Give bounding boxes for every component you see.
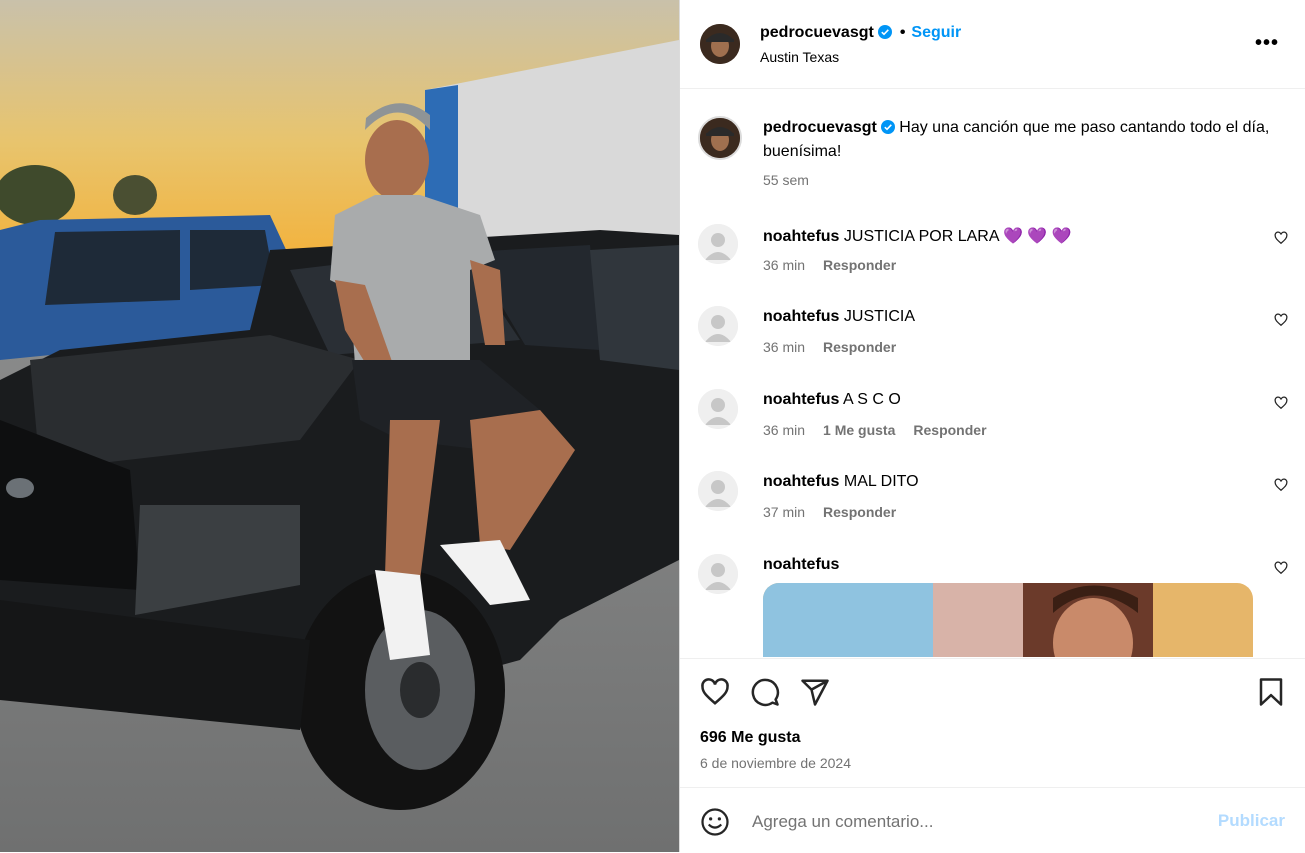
default-avatar-icon xyxy=(698,389,738,429)
reply-button[interactable]: Responder xyxy=(823,504,896,520)
reply-button[interactable]: Responder xyxy=(823,339,896,355)
default-avatar-icon xyxy=(698,224,738,264)
comment-time[interactable]: 37 min xyxy=(763,504,805,520)
post-details-panel: pedrocuevasgt • Seguir Austin Texas ••• pe… xyxy=(679,0,1305,852)
publish-button[interactable]: Publicar xyxy=(1218,811,1285,831)
comment-like-icon[interactable] xyxy=(1274,313,1288,327)
separator-dot: • xyxy=(899,24,906,41)
comment-composer: Publicar xyxy=(680,787,1305,853)
comment-text: A S C O xyxy=(843,391,901,408)
comment-text-line: noahtefus MAL DITO xyxy=(763,473,919,491)
post-header: pedrocuevasgt • Seguir Austin Texas ••• xyxy=(680,0,1305,89)
verified-icon xyxy=(877,25,892,39)
commenter-avatar[interactable] xyxy=(698,554,738,594)
author-avatar-image xyxy=(700,24,740,64)
commenter-avatar[interactable] xyxy=(698,389,738,429)
commenter-avatar[interactable] xyxy=(698,471,738,511)
more-icon[interactable]: ••• xyxy=(1255,32,1279,55)
photo-illustration xyxy=(0,0,679,852)
author-username[interactable]: pedrocuevasgt xyxy=(760,24,874,41)
comment-time[interactable]: 36 min xyxy=(763,339,805,355)
commenter-avatar[interactable] xyxy=(698,306,738,346)
heart-icon[interactable] xyxy=(700,677,730,707)
comment-like-icon[interactable] xyxy=(1274,231,1288,245)
emoji-icon[interactable] xyxy=(700,807,730,837)
comment-gif[interactable] xyxy=(763,583,1253,657)
comment-time[interactable]: 36 min xyxy=(763,422,805,438)
default-avatar-icon xyxy=(698,554,738,594)
comment-text: MAL DITO xyxy=(843,473,919,490)
commenter-avatar[interactable] xyxy=(698,224,738,264)
comment-like-icon[interactable] xyxy=(1274,561,1288,575)
comments-list[interactable]: pedrocuevasgt Hay una canción que me pas… xyxy=(680,89,1305,657)
post-modal: pedrocuevasgt • Seguir Austin Texas ••• pe… xyxy=(0,0,1305,852)
comment-meta: 36 min 1 Me gusta Responder xyxy=(763,422,1005,438)
post-date[interactable]: 6 de noviembre de 2024 xyxy=(700,755,851,771)
comment-item: noahtefus MAL DITO 37 min Responder xyxy=(698,468,1288,538)
post-actions: 696 Me gusta 6 de noviembre de 2024 xyxy=(680,658,1305,787)
comment-item: noahtefus A S C O 36 min 1 Me gusta Respon… xyxy=(698,386,1288,456)
comment-item: noahtefus JUSTICIA POR LARA 💜 💜 💜 36 min… xyxy=(698,221,1288,291)
comment-text-line: noahtefus JUSTICIA POR LARA 💜 💜 💜 xyxy=(763,226,1072,246)
caption-time[interactable]: 55 sem xyxy=(763,172,809,188)
share-icon[interactable] xyxy=(800,677,830,707)
comment-meta: 36 min Responder xyxy=(763,257,914,273)
bookmark-icon[interactable] xyxy=(1256,677,1286,707)
comment-text-line: noahtefus A S C O xyxy=(763,391,901,409)
verified-icon xyxy=(880,120,895,134)
comment-text-line: noahtefus xyxy=(763,556,839,574)
comment-username[interactable]: noahtefus xyxy=(763,556,839,573)
comment-icon[interactable] xyxy=(750,677,780,707)
follow-button[interactable]: Seguir xyxy=(911,24,961,41)
default-avatar-icon xyxy=(698,471,738,511)
comment-input[interactable] xyxy=(750,809,1194,835)
comment-text: JUSTICIA POR LARA 💜 💜 💜 xyxy=(843,228,1072,245)
comment-username[interactable]: noahtefus xyxy=(763,473,839,490)
comment-like-icon[interactable] xyxy=(1274,396,1288,410)
default-avatar-icon xyxy=(698,306,738,346)
comment-likes[interactable]: 1 Me gusta xyxy=(823,422,895,438)
comment-meta: 37 min Responder xyxy=(763,504,914,520)
gif-preview-image xyxy=(763,583,1253,657)
header-user-line: pedrocuevasgt • Seguir xyxy=(760,24,961,42)
comment-meta: 36 min Responder xyxy=(763,339,914,355)
author-avatar[interactable] xyxy=(700,24,740,64)
caption-avatar[interactable] xyxy=(698,116,742,160)
comment-text: JUSTICIA xyxy=(843,308,916,325)
post-location[interactable]: Austin Texas xyxy=(760,49,839,65)
comment-like-icon[interactable] xyxy=(1274,478,1288,492)
comment-time[interactable]: 36 min xyxy=(763,257,805,273)
reply-button[interactable]: Responder xyxy=(823,257,896,273)
comment-username[interactable]: noahtefus xyxy=(763,391,839,408)
likes-count[interactable]: 696 Me gusta xyxy=(700,729,800,747)
caption-text-block: pedrocuevasgt Hay una canción que me pas… xyxy=(763,116,1283,164)
caption-username[interactable]: pedrocuevasgt xyxy=(763,119,877,136)
comment-text-line: noahtefus JUSTICIA xyxy=(763,308,915,326)
post-photo[interactable] xyxy=(0,0,679,852)
reply-button[interactable]: Responder xyxy=(913,422,986,438)
comment-item: noahtefus JUSTICIA 36 min Responder xyxy=(698,303,1288,373)
comment-username[interactable]: noahtefus xyxy=(763,228,839,245)
comment-item: noahtefus xyxy=(698,551,1288,657)
comment-username[interactable]: noahtefus xyxy=(763,308,839,325)
caption-avatar-image xyxy=(700,118,740,158)
